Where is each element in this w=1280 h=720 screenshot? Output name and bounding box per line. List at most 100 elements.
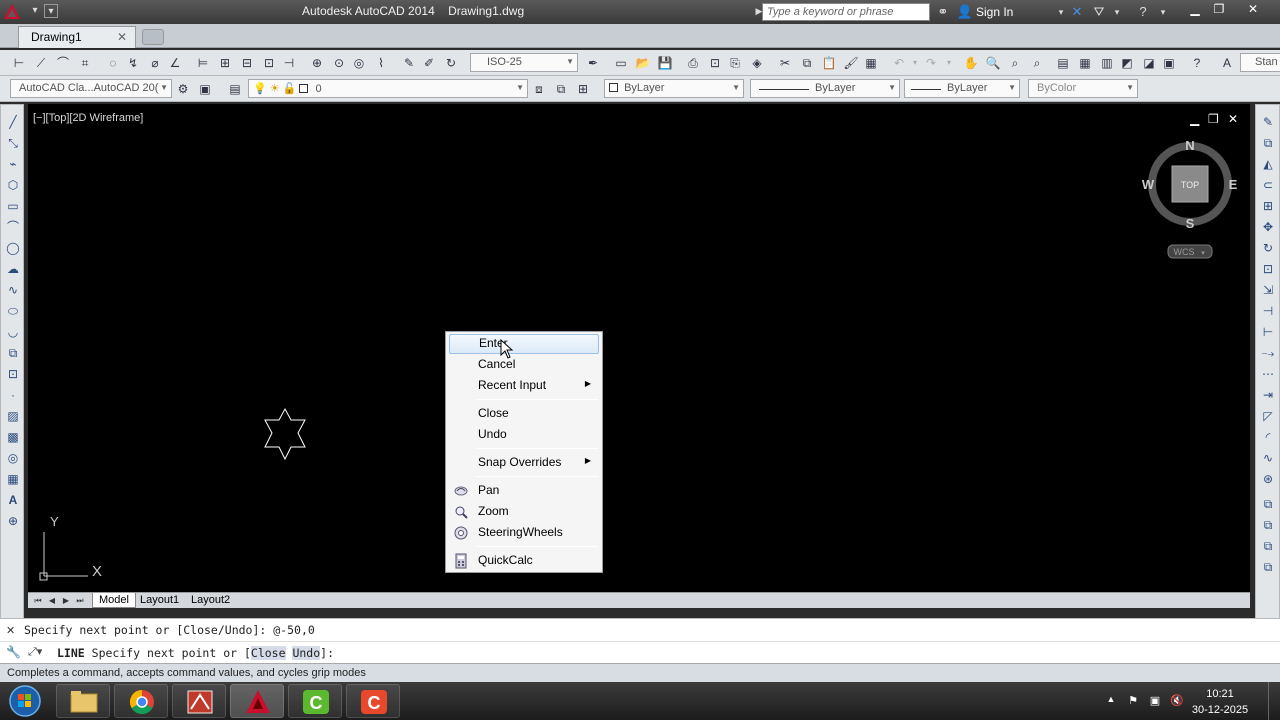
angular-dim-icon[interactable]: ∠ — [166, 54, 184, 72]
workspace-combo[interactable]: AutoCAD Cla...AutoCAD 20( ▼ — [10, 79, 172, 98]
construction-line-icon[interactable]: ⤡ — [4, 134, 22, 152]
block-editor-icon[interactable]: ▦ — [862, 54, 880, 72]
publish-icon[interactable]: ⎘ — [726, 54, 744, 72]
continue-dim-icon[interactable]: ⊟ — [238, 54, 256, 72]
ellipse-icon[interactable]: ⬭ — [4, 302, 22, 320]
baseline-dim-icon[interactable]: ⊞ — [216, 54, 234, 72]
break-at-point-icon[interactable]: ⤍ — [1259, 344, 1277, 362]
ucs-icon[interactable]: Y X — [36, 512, 106, 582]
trim-icon[interactable]: ⊣ — [1259, 302, 1277, 320]
menu-item-enter[interactable]: Enter — [449, 334, 599, 354]
stretch-icon[interactable]: ⇲ — [1259, 281, 1277, 299]
tab-layout1[interactable]: Layout1 — [134, 593, 185, 608]
cut-icon[interactable]: ✂ — [776, 54, 794, 72]
mirror-icon[interactable]: ◭ — [1259, 155, 1277, 173]
clock[interactable]: 10:21 30-12-2025 — [1190, 686, 1250, 718]
diameter-dim-icon[interactable]: ⌀ — [146, 54, 164, 72]
polyline-icon[interactable]: ⌁ — [4, 155, 22, 173]
dim-break-icon[interactable]: ⊣ — [280, 54, 298, 72]
make-current-icon[interactable]: ⧈ — [530, 80, 548, 98]
revcloud-icon[interactable]: ☁ — [4, 260, 22, 278]
circle-icon[interactable]: ◯ — [4, 239, 22, 257]
move-icon[interactable]: ✥ — [1259, 218, 1277, 236]
recent-commands-icon[interactable]: ⤢▾ — [28, 645, 42, 659]
tab-drawing1[interactable]: Drawing1 ✕ — [18, 26, 136, 48]
text-style-icon[interactable]: A — [1218, 54, 1236, 72]
jogged-dim-icon[interactable]: ↯ — [124, 54, 142, 72]
quick-access-dropdown-icon[interactable]: ▾ — [44, 4, 58, 18]
star-drawing[interactable] — [260, 406, 310, 466]
menu-item-zoom[interactable]: Zoom — [449, 502, 599, 522]
tab-layout2[interactable]: Layout2 — [185, 593, 236, 608]
fillet-icon[interactable]: ◜ — [1259, 428, 1277, 446]
compass-west[interactable]: W — [1142, 177, 1155, 192]
network-icon[interactable]: ▣ — [1148, 694, 1162, 708]
break-icon[interactable]: ⋯ — [1259, 365, 1277, 383]
recorder-taskbar-button[interactable]: C — [346, 684, 400, 718]
help-icon[interactable]: ? — [1134, 3, 1152, 21]
binoculars-icon[interactable]: ⚭ — [934, 3, 952, 21]
menu-item-close[interactable]: Close — [449, 404, 599, 424]
exchange-icon[interactable]: ✕ — [1068, 3, 1086, 21]
drawing-viewport[interactable]: [−][Top][2D Wireframe] ▁ ❐ ✕ TOP N S E W… — [28, 104, 1250, 592]
scale-icon[interactable]: ⊡ — [1259, 260, 1277, 278]
layer-properties-icon[interactable]: ▤ — [226, 80, 244, 98]
copy-icon[interactable]: ⧉ — [798, 54, 816, 72]
arc-length-icon[interactable]: ⌒ — [54, 54, 72, 72]
save-icon[interactable]: 💾 — [656, 54, 674, 72]
layer-combo[interactable]: 💡 ☀ 🔓 0 ▼ — [248, 79, 528, 98]
customize-wrench-icon[interactable]: 🔧 — [6, 645, 21, 659]
dim-edit-icon[interactable]: ✎ — [400, 54, 418, 72]
layer-previous-icon[interactable]: ⧉ — [552, 80, 570, 98]
autodesk-360-icon[interactable]: ⛛ — [1090, 3, 1108, 21]
erase-icon[interactable]: ✎ — [1259, 113, 1277, 131]
option-undo[interactable]: Undo — [292, 646, 321, 660]
dim-text-edit-icon[interactable]: ✐ — [420, 54, 438, 72]
close-icon[interactable]: ✕ — [1240, 0, 1266, 20]
plot-preview-icon[interactable]: ⊡ — [706, 54, 724, 72]
a360-dropdown-icon[interactable]: ▾ — [1108, 3, 1126, 21]
viewport-controls-label[interactable]: [−][Top][2D Wireframe] — [33, 112, 143, 124]
copy-object-icon[interactable]: ⧉ — [1259, 134, 1277, 152]
quickcalc-toolbar-icon[interactable]: ▣ — [1160, 54, 1178, 72]
sheet-set-icon[interactable]: ◩ — [1118, 54, 1136, 72]
markup-icon[interactable]: ◪ — [1140, 54, 1158, 72]
camtasia-taskbar-button[interactable]: C — [288, 684, 342, 718]
prev-layout-icon[interactable]: ◀ — [46, 594, 58, 607]
rectangle-icon[interactable]: ▭ — [4, 197, 22, 215]
dim-space-icon[interactable]: ⊡ — [260, 54, 278, 72]
explode-icon[interactable]: ⊛ — [1259, 470, 1277, 488]
app-menu-chevron-icon[interactable]: ▾ — [28, 4, 42, 18]
paste-icon[interactable]: 📋 — [820, 54, 838, 72]
jogged-linear-icon[interactable]: ⌇ — [372, 54, 390, 72]
menu-item-quickcalc[interactable]: QuickCalc — [449, 551, 599, 571]
command-input[interactable]: 🔧 ⤢▾ LINE Specify next point or [Close U… — [0, 641, 1280, 663]
plot-icon[interactable]: ⎙ — [684, 54, 702, 72]
menu-item-recent-input[interactable]: Recent Input ▶ — [449, 376, 599, 396]
start-button-icon[interactable] — [4, 683, 46, 719]
show-desktop-button[interactable] — [1268, 682, 1280, 720]
line-tool-icon[interactable]: ╱ — [4, 113, 22, 131]
blend-curves-icon[interactable]: ∿ — [1259, 449, 1277, 467]
color-combo[interactable]: ByLayer ▼ — [604, 79, 744, 98]
hatch-icon[interactable]: ▨ — [4, 407, 22, 425]
center-mark-icon[interactable]: ⊙ — [330, 54, 348, 72]
add-selected-icon[interactable]: ⊕ — [4, 512, 22, 530]
compass-east[interactable]: E — [1229, 177, 1238, 192]
option-close[interactable]: Close — [250, 646, 286, 660]
radius-dim-icon[interactable]: ◌ — [104, 54, 122, 72]
multiline-text-icon[interactable]: A — [4, 491, 22, 509]
linear-dim-icon[interactable]: ⊢ — [10, 54, 28, 72]
compass-north[interactable]: N — [1185, 138, 1194, 153]
zoom-previous-icon[interactable]: ⌕ — [1028, 54, 1046, 72]
menu-item-snap-overrides[interactable]: Snap Overrides ▶ — [449, 453, 599, 473]
polygon-icon[interactable]: ⬡ — [4, 176, 22, 194]
rotate-icon[interactable]: ↻ — [1259, 239, 1277, 257]
gradient-icon[interactable]: ▩ — [4, 428, 22, 446]
text-style-combo[interactable]: Stan — [1240, 53, 1280, 72]
command-close-icon[interactable]: ✕ — [6, 624, 15, 637]
customize-icon[interactable]: ▣ — [196, 80, 214, 98]
join-icon[interactable]: ⇥ — [1259, 386, 1277, 404]
tab-model[interactable]: Model — [92, 593, 136, 608]
inspection-icon[interactable]: ◎ — [350, 54, 368, 72]
